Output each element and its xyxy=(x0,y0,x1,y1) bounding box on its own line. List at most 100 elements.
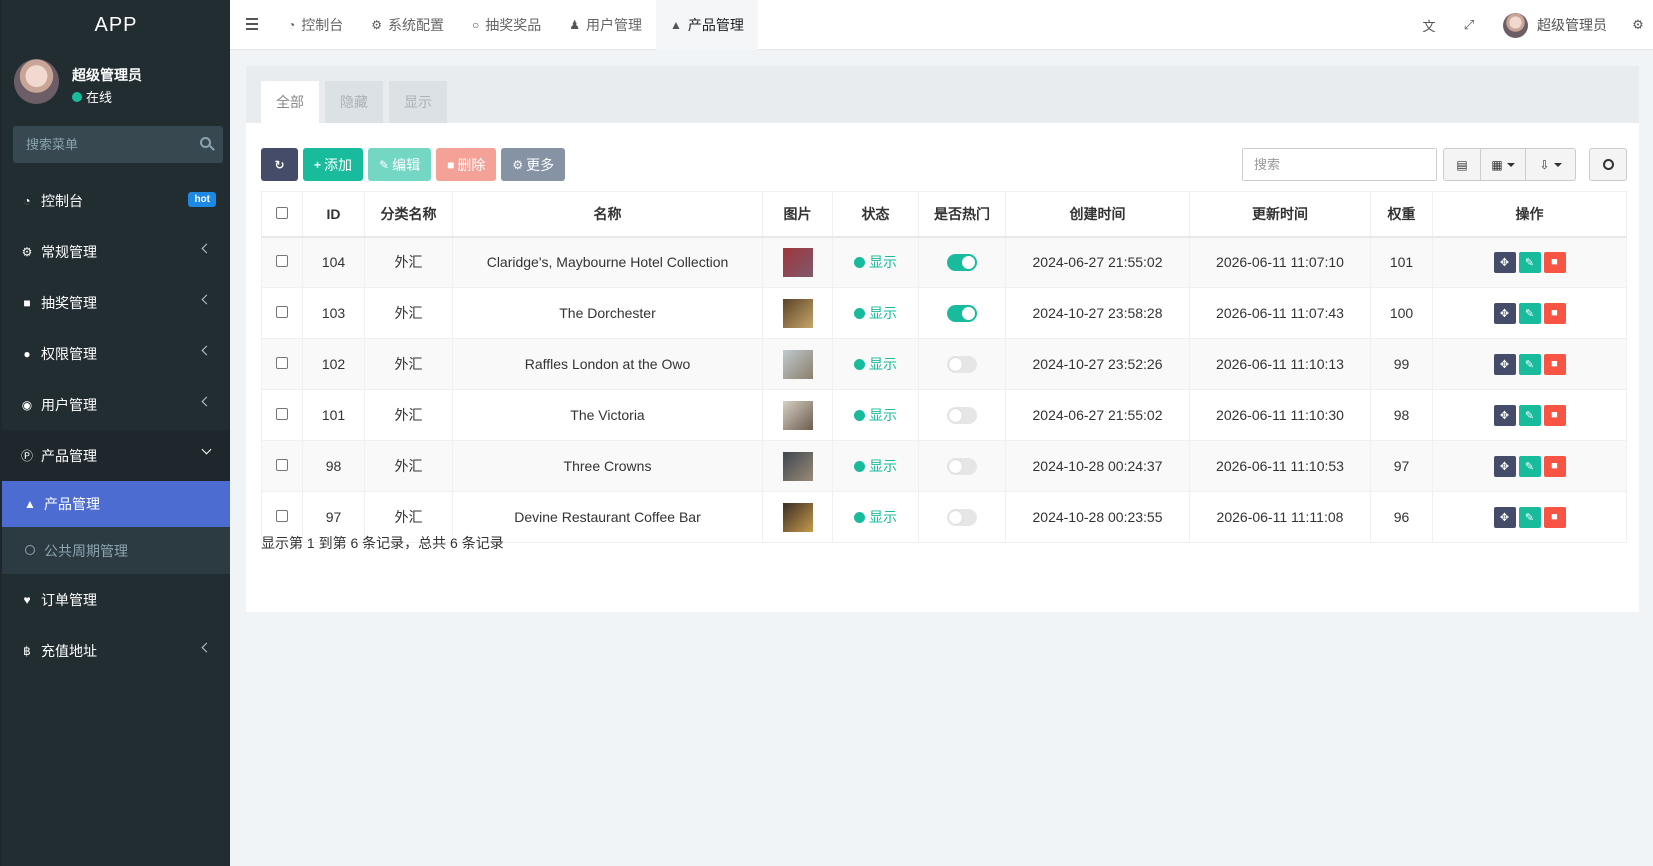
row-edit-button[interactable]: ✎ xyxy=(1518,506,1541,528)
row-delete-button[interactable]: ■ xyxy=(1543,302,1566,324)
columns-button[interactable]: ▦ xyxy=(1481,148,1526,181)
row-edit-button[interactable]: ✎ xyxy=(1518,353,1541,375)
edit-button[interactable]: ✎ 编辑 xyxy=(368,148,432,181)
col-category[interactable]: 分类名称 xyxy=(364,191,453,238)
drag-sort-button[interactable]: ✥ xyxy=(1493,302,1516,324)
search-icon[interactable] xyxy=(200,137,211,148)
row-delete-button[interactable]: ■ xyxy=(1543,404,1566,426)
row-edit-button[interactable]: ✎ xyxy=(1518,404,1541,426)
drag-sort-button[interactable]: ✥ xyxy=(1493,404,1516,426)
delete-button[interactable]: ■ 删除 xyxy=(436,148,497,181)
tab-shown[interactable]: 显示 xyxy=(389,81,447,123)
row-checkbox[interactable] xyxy=(276,408,288,420)
sidebar-item-dashboard[interactable]: ◔ 控制台 hot xyxy=(2,175,230,226)
col-updated[interactable]: 更新时间 xyxy=(1189,191,1371,238)
tab-system-config[interactable]: ⚙ 系统配置 xyxy=(357,0,458,50)
tab-dashboard[interactable]: ◔ 控制台 xyxy=(274,0,357,50)
product-thumbnail[interactable] xyxy=(782,247,813,277)
tab-all[interactable]: 全部 xyxy=(261,81,319,123)
tab-lottery-prizes[interactable]: ○ 抽奖奖品 xyxy=(458,0,555,50)
col-created[interactable]: 创建时间 xyxy=(1005,191,1190,238)
status-badge[interactable]: 显示 xyxy=(854,303,897,323)
heartbeat-icon: ♥ xyxy=(23,592,31,607)
sidebar-item-products[interactable]: Ⓟ 产品管理 xyxy=(2,430,230,481)
more-button[interactable]: ⚙ 更多 xyxy=(501,148,566,181)
hot-toggle[interactable] xyxy=(947,254,977,272)
sidebar-search-input[interactable] xyxy=(13,126,223,163)
status-badge[interactable]: 显示 xyxy=(854,252,897,272)
refresh-button[interactable]: ↻ xyxy=(261,148,298,181)
app-brand[interactable]: APP xyxy=(2,0,230,50)
tab-hidden[interactable]: 隐藏 xyxy=(325,81,383,123)
cogs-icon[interactable]: ⚙ xyxy=(1623,17,1653,33)
hot-toggle[interactable] xyxy=(947,406,977,424)
sidebar-item-general[interactable]: ⚙ 常规管理 xyxy=(2,226,230,277)
panel-header: 全部 隐藏 显示 xyxy=(246,66,1639,123)
table-row[interactable]: 102 外汇 Raffles London at the Owo 显示 2024-10-… xyxy=(261,338,1627,390)
row-delete-button[interactable]: ■ xyxy=(1543,353,1566,375)
top-user-menu[interactable]: 超级管理员 xyxy=(1489,12,1623,38)
row-delete-button[interactable]: ■ xyxy=(1543,251,1566,273)
status-badge[interactable]: 显示 xyxy=(854,507,897,527)
row-edit-button[interactable]: ✎ xyxy=(1518,302,1541,324)
status-badge[interactable]: 显示 xyxy=(854,405,897,425)
hot-toggle[interactable] xyxy=(947,457,977,475)
fullscreen-icon[interactable]: ⤢ xyxy=(1449,17,1489,33)
tab-user-management[interactable]: ♟ 用户管理 xyxy=(555,0,656,50)
product-thumbnail[interactable] xyxy=(782,502,813,532)
select-all-checkbox[interactable] xyxy=(276,206,288,219)
tab-product-management[interactable]: ▲ 产品管理 xyxy=(656,0,758,50)
sidebar-item-lottery[interactable]: ■ 抽奖管理 xyxy=(2,277,230,328)
row-checkbox[interactable] xyxy=(276,255,288,268)
add-button[interactable]: + 添加 xyxy=(303,148,364,181)
sidebar-item-users[interactable]: ◉ 用户管理 xyxy=(2,379,230,430)
col-image[interactable]: 图片 xyxy=(762,191,833,238)
product-thumbnail[interactable] xyxy=(782,349,813,379)
col-weight[interactable]: 权重 xyxy=(1370,191,1433,238)
table-row[interactable]: 104 外汇 Claridge's, Maybourne Hotel Collect… xyxy=(261,236,1627,288)
table-search-input[interactable] xyxy=(1243,149,1436,180)
sidebar-subitem-products[interactable]: ▲ 产品管理 xyxy=(2,481,230,527)
trash-icon: ■ xyxy=(1551,460,1558,472)
hot-toggle[interactable] xyxy=(947,508,977,526)
sidebar-item-orders[interactable]: ♥ 订单管理 xyxy=(2,574,230,625)
row-checkbox[interactable] xyxy=(276,510,288,522)
hot-toggle[interactable] xyxy=(947,304,977,322)
translate-icon[interactable]: 文 xyxy=(1409,16,1449,35)
status-label: 显示 xyxy=(869,509,897,525)
sidebar-item-permission[interactable]: ● 权限管理 xyxy=(2,328,230,379)
drag-sort-button[interactable]: ✥ xyxy=(1493,455,1516,477)
table-row[interactable]: 103 外汇 The Dorchester 显示 2024-10-27 23:58:28… xyxy=(261,287,1627,339)
col-hot[interactable]: 是否热门 xyxy=(918,191,1006,238)
row-edit-button[interactable]: ✎ xyxy=(1518,455,1541,477)
hot-toggle[interactable] xyxy=(947,355,977,373)
drag-sort-button[interactable]: ✥ xyxy=(1493,506,1516,528)
drag-sort-button[interactable]: ✥ xyxy=(1493,251,1516,273)
row-checkbox[interactable] xyxy=(276,357,288,369)
col-id[interactable]: ID xyxy=(302,191,365,238)
menu-toggle-icon[interactable] xyxy=(246,18,258,33)
col-name[interactable]: 名称 xyxy=(452,191,763,238)
col-status[interactable]: 状态 xyxy=(832,191,919,238)
cell-name: The Dorchester xyxy=(452,287,763,339)
product-thumbnail[interactable] xyxy=(782,298,813,328)
status-badge[interactable]: 显示 xyxy=(854,354,897,374)
row-edit-button[interactable]: ✎ xyxy=(1518,251,1541,273)
row-delete-button[interactable]: ■ xyxy=(1543,455,1566,477)
table-row[interactable]: 101 外汇 The Victoria 显示 2024-06-27 21:55:02 20… xyxy=(261,389,1627,441)
row-delete-button[interactable]: ■ xyxy=(1543,506,1566,528)
chevron-down-icon xyxy=(201,444,212,455)
sidebar-item-recharge[interactable]: ฿ 充值地址 xyxy=(2,625,230,676)
drag-sort-button[interactable]: ✥ xyxy=(1493,353,1516,375)
product-thumbnail[interactable] xyxy=(782,400,813,430)
sidebar-subitem-cycles[interactable]: 公共周期管理 xyxy=(2,527,230,574)
row-checkbox[interactable] xyxy=(276,306,288,318)
product-thumbnail[interactable] xyxy=(782,451,813,481)
table-row[interactable]: 98 外汇 Three Crowns 显示 2024-10-28 00:24:37 202… xyxy=(261,440,1627,492)
toggle-view-button[interactable]: ▤ xyxy=(1443,148,1481,181)
status-badge[interactable]: 显示 xyxy=(854,456,897,476)
row-checkbox[interactable] xyxy=(276,459,288,471)
advanced-search-button[interactable] xyxy=(1589,148,1627,181)
cell-status: 显示 xyxy=(832,287,919,339)
export-button[interactable]: ⇩ xyxy=(1526,148,1576,181)
